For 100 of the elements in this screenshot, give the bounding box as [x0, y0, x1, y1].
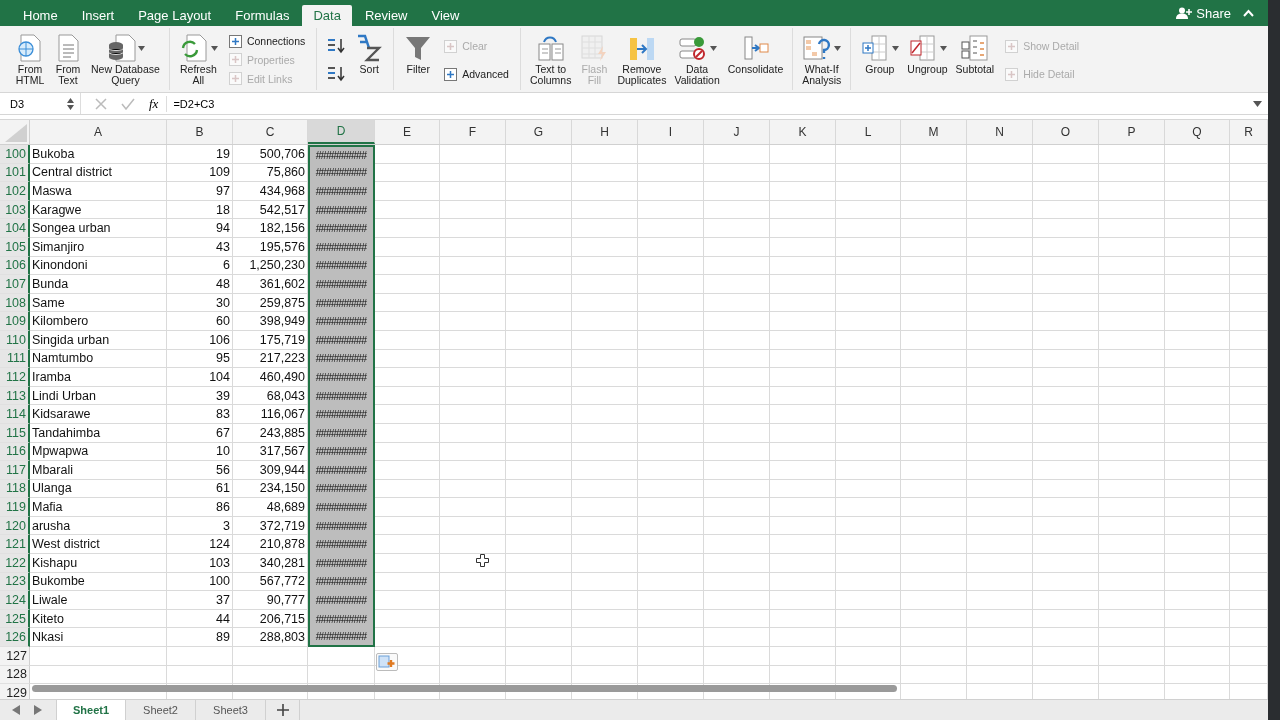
paste-options-button[interactable] — [376, 653, 398, 671]
row-header[interactable]: 129 — [0, 684, 30, 699]
ribbon-tab[interactable]: Data — [302, 5, 352, 26]
row-header[interactable]: 109 — [0, 312, 30, 331]
ribbon-button[interactable]: Group — [857, 32, 903, 88]
table-cell-text: 116,067 — [259, 406, 306, 424]
row-header[interactable]: 127 — [0, 647, 30, 666]
ribbon-tab[interactable]: Home — [12, 5, 69, 26]
row-header[interactable]: 114 — [0, 405, 30, 424]
column-header[interactable]: F — [440, 120, 506, 144]
row-header[interactable]: 107 — [0, 275, 30, 294]
column-header[interactable]: D — [308, 120, 375, 144]
dropdown-caret-icon — [709, 45, 717, 51]
table-cell-text: 19 — [215, 145, 231, 163]
column-header[interactable]: E — [375, 120, 440, 144]
ribbon-tab[interactable]: View — [420, 5, 471, 26]
row-header[interactable]: 124 — [0, 591, 30, 610]
ribbon-button[interactable]: Subtotal — [952, 32, 998, 88]
ribbon-button[interactable]: Data Validation — [671, 32, 723, 88]
table-cell-text: 95 — [215, 350, 231, 368]
ribbon-button[interactable]: Remove Duplicates — [614, 32, 670, 88]
ribbon-button[interactable]: What-If Analysis — [799, 32, 845, 88]
next-sheet-icon[interactable] — [33, 705, 42, 715]
share-button[interactable]: Share — [1176, 5, 1231, 21]
column-header[interactable]: A — [30, 120, 167, 144]
ribbon-button[interactable]: Consolidate — [724, 32, 787, 88]
ribbon-button[interactable]: Text to Columns — [526, 32, 575, 88]
previous-sheet-icon[interactable] — [12, 705, 21, 715]
ribbon-button[interactable]: Sort — [351, 32, 388, 88]
column-header[interactable]: O — [1033, 120, 1099, 144]
column-header[interactable]: M — [901, 120, 967, 144]
row-header[interactable]: 117 — [0, 461, 30, 480]
row-header[interactable]: 126 — [0, 628, 30, 648]
collapse-icon[interactable] — [1243, 9, 1254, 17]
row-header[interactable]: 100 — [0, 145, 30, 164]
row-header[interactable]: 102 — [0, 182, 30, 201]
column-header[interactable]: K — [770, 120, 836, 144]
plus-detail-icon — [1004, 38, 1020, 54]
table-cell: ########## — [308, 461, 375, 480]
expand-caret-icon[interactable] — [1253, 100, 1262, 107]
sort-descending-icon[interactable] — [326, 65, 347, 83]
column-header[interactable]: G — [506, 120, 572, 144]
ribbon-button[interactable]: From Text — [50, 32, 86, 88]
ribbon-tab[interactable]: Insert — [70, 5, 126, 26]
horizontal-scrollbar[interactable] — [32, 685, 897, 692]
table-cell-text: Kidsarawe — [31, 406, 92, 424]
table-cell-text: 372,719 — [258, 517, 306, 535]
dropdown-caret-icon — [892, 45, 900, 51]
table-cell-text: 48 — [215, 275, 231, 293]
table-cell: ########## — [308, 275, 375, 294]
ribbon-tab[interactable]: Formulas — [224, 5, 301, 26]
sort-ascending-icon[interactable] — [326, 37, 347, 55]
column-header[interactable]: H — [572, 120, 638, 144]
table-cell-text: Bukombe — [31, 573, 86, 591]
table-cell-text: Bukoba — [31, 145, 76, 163]
column-header[interactable]: P — [1099, 120, 1165, 144]
column-header[interactable]: B — [167, 120, 233, 144]
table-cell-text: 37 — [215, 592, 231, 610]
column-header[interactable]: J — [704, 120, 770, 144]
person-plus-icon — [1176, 7, 1193, 19]
ribbon-button[interactable]: From HTML — [12, 32, 48, 88]
sheet-tab[interactable]: Sheet1 — [56, 700, 126, 720]
table-cell-text: Kiteto — [31, 610, 65, 628]
table-cell-text: Namtumbo — [31, 350, 95, 368]
row-header[interactable]: 112 — [0, 368, 30, 387]
formula-field[interactable]: =D2+C3 — [167, 97, 1253, 110]
column-header[interactable]: R — [1230, 120, 1268, 144]
function-label[interactable]: fx — [149, 95, 168, 112]
column-header[interactable]: I — [638, 120, 704, 144]
name-box[interactable]: D3 — [0, 93, 81, 114]
table-cell-text: 83 — [215, 406, 231, 424]
ribbon-tab[interactable]: Page Layout — [127, 5, 223, 26]
table-cell: ########## — [308, 591, 375, 610]
ribbon-button[interactable]: Connections — [225, 32, 308, 50]
table-cell-text: 309,944 — [258, 461, 306, 479]
ribbon-button[interactable]: Advanced — [441, 65, 511, 83]
ribbon-button[interactable]: Filter — [400, 32, 437, 88]
column-header[interactable]: Q — [1165, 120, 1230, 144]
table-cell-text: Songea urban — [31, 220, 112, 238]
table-cell-text: 460,490 — [258, 368, 306, 386]
column-header[interactable]: N — [967, 120, 1033, 144]
table-cell-text: Liwale — [31, 592, 69, 610]
table-cell-text: 288,803 — [258, 629, 306, 647]
row-header[interactable]: 104 — [0, 219, 30, 238]
table-cell-text: 103 — [208, 554, 231, 572]
table-cell-text: 106 — [208, 331, 231, 349]
table-cell-text: 182,156 — [258, 220, 306, 238]
ribbon-button[interactable]: Refresh All — [175, 32, 221, 88]
table-cell-text: Kinondoni — [31, 257, 89, 275]
row-header[interactable]: 119 — [0, 498, 30, 517]
row-header[interactable]: 122 — [0, 554, 30, 573]
table-cell-text: 124 — [208, 536, 231, 554]
table-cell-text: Bunda — [31, 275, 70, 293]
cancel-icon[interactable] — [95, 97, 107, 110]
ribbon-button[interactable]: Ungroup — [904, 32, 951, 88]
row-header[interactable]: 121 — [0, 535, 30, 555]
column-header[interactable]: L — [836, 120, 901, 144]
checkmark-icon[interactable] — [121, 97, 135, 110]
ribbon-tab[interactable]: Review — [353, 5, 419, 26]
ribbon-button[interactable]: New Database Query — [88, 32, 163, 88]
